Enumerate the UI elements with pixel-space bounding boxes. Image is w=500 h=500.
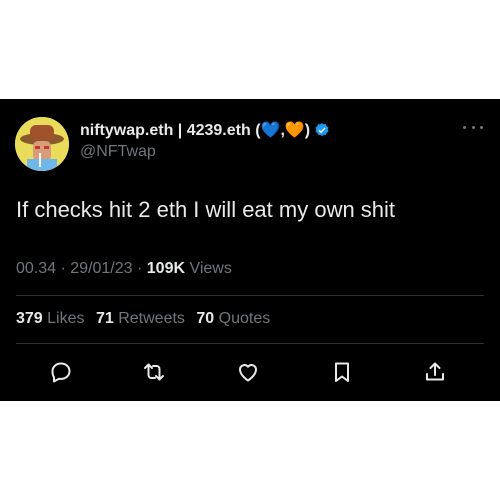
bookmark-button[interactable] — [327, 357, 357, 387]
meta-separator: · — [132, 260, 147, 277]
tweet-time[interactable]: 00.34 — [16, 260, 56, 277]
retweets-label: Retweets — [118, 310, 185, 327]
reply-button[interactable] — [46, 357, 76, 387]
retweets-count: 71 — [95, 310, 114, 327]
likes-count: 379 — [16, 310, 43, 327]
action-bar — [0, 357, 500, 387]
tweet-text: If checks hit 2 eth I will eat my own sh… — [16, 197, 396, 222]
engagement-stats: 379 Likes 71 Retweets 70 Quotes — [16, 310, 277, 328]
bookmark-icon — [335, 362, 349, 382]
more-icon[interactable] — [463, 123, 483, 131]
quotes-stat[interactable]: 70 Quotes — [196, 310, 270, 327]
display-name-row[interactable]: niftywap.eth | 4239.eth (💙,🧡) — [80, 120, 330, 140]
retweet-icon — [144, 363, 164, 381]
tweet-date[interactable]: 29/01/23 — [70, 260, 132, 277]
views-count: 109K — [146, 260, 186, 277]
share-button[interactable] — [420, 357, 450, 387]
verified-badge-icon — [315, 123, 329, 137]
tweet-card: niftywap.eth | 4239.eth (💙,🧡) @NFTwap If… — [0, 99, 500, 401]
divider — [16, 343, 484, 344]
quotes-label: Quotes — [218, 310, 271, 327]
divider — [16, 295, 484, 296]
likes-label: Likes — [47, 310, 85, 327]
reply-icon — [51, 362, 71, 383]
avatar[interactable] — [15, 117, 69, 171]
quotes-count: 70 — [196, 310, 215, 327]
like-button[interactable] — [233, 357, 263, 387]
likes-stat[interactable]: 379 Likes — [16, 310, 85, 327]
share-icon — [426, 362, 444, 381]
tweet-meta: 00.34 · 29/01/23 · 109K Views — [16, 260, 232, 278]
display-name[interactable]: niftywap.eth | 4239.eth (💙,🧡) — [80, 120, 310, 140]
meta-separator: · — [56, 260, 71, 277]
like-icon — [239, 364, 257, 382]
views-label: Views — [189, 260, 232, 277]
retweets-stat[interactable]: 71 Retweets — [96, 310, 185, 327]
retweet-button[interactable] — [139, 357, 169, 387]
user-handle[interactable]: @NFTwap — [80, 143, 156, 161]
